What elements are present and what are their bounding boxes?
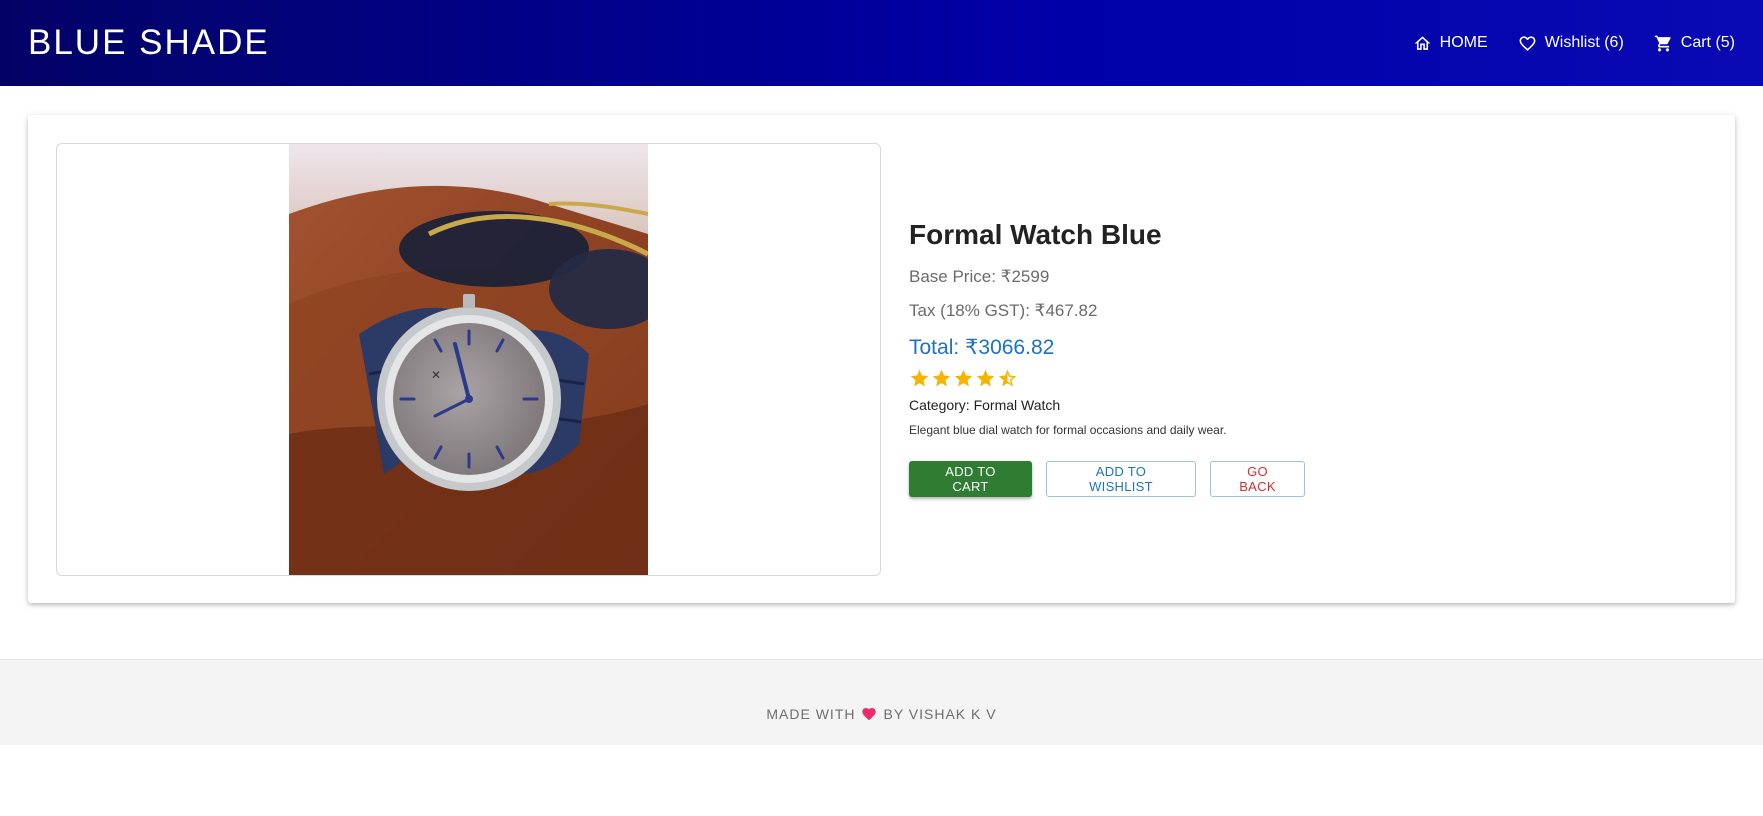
app-bar: BLUE SHADE HOME Wishlist (6) Cart (5) [0, 0, 1763, 86]
nav-cart-label: Cart (5) [1680, 34, 1735, 51]
star-full-icon [976, 369, 995, 387]
product-title: Formal Watch Blue [909, 219, 1162, 250]
top-nav: HOME Wishlist (6) Cart (5) [1413, 34, 1735, 53]
footer-made-with: MADE WITH [766, 706, 856, 722]
product-details: Formal Watch Blue Base Price: ₹2599 Tax … [909, 215, 1689, 497]
cart-icon [1654, 35, 1671, 51]
rating-stars [909, 368, 1689, 389]
heart-outline-icon [1519, 35, 1536, 51]
add-to-cart-button[interactable]: ADD TO CART [909, 461, 1032, 497]
go-back-button[interactable]: GO BACK [1210, 461, 1305, 497]
category-label: Category: [909, 397, 970, 413]
total-price: Total: ₹3066.82 [909, 336, 1055, 359]
brand-logo[interactable]: BLUE SHADE [28, 23, 270, 63]
star-half-icon [998, 369, 1017, 387]
product-image: ✕ [289, 144, 648, 575]
svg-text:✕: ✕ [431, 368, 441, 382]
nav-wishlist[interactable]: Wishlist (6) [1518, 34, 1624, 53]
product-card: ✕ Formal Watch Blue Base Price: ₹2599 Ta… [28, 115, 1735, 603]
base-price: Base Price: ₹2599 [909, 267, 1050, 286]
footer: MADE WITH BY VISHAK K V [0, 659, 1763, 745]
tax-amount: Tax (18% GST): ₹467.82 [909, 301, 1098, 320]
star-full-icon [932, 369, 951, 387]
add-to-wishlist-button[interactable]: ADD TO WISHLIST [1046, 461, 1196, 497]
footer-author: BY VISHAK K V [883, 706, 997, 722]
action-buttons: ADD TO CART ADD TO WISHLIST GO BACK [909, 461, 1689, 497]
nav-home-label: HOME [1439, 34, 1488, 51]
nav-cart[interactable]: Cart (5) [1654, 34, 1735, 53]
footer-credit: MADE WITH BY VISHAK K V [766, 683, 996, 745]
product-category: Category: Formal Watch [909, 397, 1689, 413]
star-full-icon [954, 369, 973, 387]
product-image-frame: ✕ [56, 143, 881, 576]
watch-photo-icon: ✕ [289, 144, 648, 575]
home-icon [1414, 35, 1431, 50]
nav-wishlist-label: Wishlist (6) [1544, 34, 1624, 51]
product-description: Elegant blue dial watch for formal occas… [909, 423, 1227, 437]
nav-home[interactable]: HOME [1413, 34, 1488, 53]
star-full-icon [910, 369, 929, 387]
category-value: Formal Watch [973, 397, 1061, 413]
heart-icon [862, 708, 877, 721]
